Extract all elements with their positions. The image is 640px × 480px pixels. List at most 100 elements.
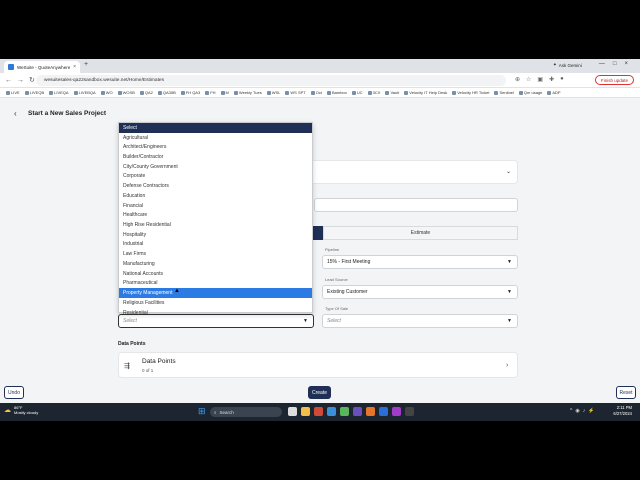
extension-icons: ⊕ ☆ ▣ ✚ ● — [515, 76, 564, 83]
star-icon[interactable]: ☆ — [526, 76, 531, 83]
dropdown-option[interactable]: Law Firms — [119, 249, 312, 259]
window-controls[interactable]: —□× — [599, 61, 636, 67]
dropdown-option[interactable]: Architect/Engineers — [119, 142, 312, 152]
tab-title: WeSuite - QuoteAnywhere — [17, 64, 71, 70]
address-bar-row: ←→↻ wesuitesales-qa22sandbox.wesuite.net… — [0, 73, 640, 88]
undo-button[interactable]: Undo — [4, 386, 24, 399]
lead-source-label: Lead Source — [325, 277, 348, 282]
bookmark-item[interactable]: FH QA3 — [181, 90, 200, 95]
dropdown-option[interactable]: Builder/Contractor — [119, 152, 312, 162]
data-points-section-title: Data Points — [118, 341, 146, 347]
back-arrow-icon[interactable]: ‹ — [14, 109, 17, 118]
system-tray-icons[interactable]: ^◉♪⚡ — [570, 408, 597, 414]
dropdown-option-placeholder[interactable]: Select — [119, 123, 312, 133]
teams-icon[interactable] — [353, 407, 362, 416]
lead-source-select[interactable]: Existing Customer ▼ — [322, 285, 518, 299]
bookmark-item[interactable]: Velocity IT Help Desk — [404, 90, 447, 95]
extensions-icon[interactable]: ▣ — [537, 76, 543, 83]
close-tab-icon[interactable]: × — [73, 64, 76, 70]
dropdown-option[interactable]: Education — [119, 191, 312, 201]
dropdown-option[interactable]: Hospitality — [119, 230, 312, 240]
market-select-placeholder: Select — [123, 318, 137, 324]
app-red-icon[interactable] — [314, 407, 323, 416]
bookmark-item[interactable]: QA2 — [140, 90, 153, 95]
dropdown-option[interactable]: High Rise Residential — [119, 220, 312, 230]
dropdown-option[interactable]: Corporate — [119, 172, 312, 182]
type-of-sale-select[interactable]: Select ▼ — [322, 314, 518, 328]
create-button[interactable]: Create — [308, 386, 331, 399]
clock[interactable]: 2:11 PM 6/27/2024 — [613, 405, 632, 417]
dropdown-option[interactable]: Manufacturing — [119, 259, 312, 269]
windows-start-icon[interactable]: ⊞ — [198, 407, 206, 416]
reset-button[interactable]: Reset — [616, 386, 636, 399]
bookmark-item[interactable]: Oct — [311, 90, 322, 95]
browser-tab[interactable]: WeSuite - QuoteAnywhere × — [4, 61, 80, 73]
bookmark-item[interactable]: M — [221, 90, 229, 95]
task-view-icon[interactable] — [288, 407, 297, 416]
bookmark-item[interactable]: WO — [101, 90, 113, 95]
bookmark-item[interactable]: FH — [205, 90, 215, 95]
dropdown-option[interactable]: Residential — [119, 308, 312, 318]
weather-widget[interactable]: ☁ 86°F Mostly cloudy — [4, 405, 38, 415]
chevron-down-icon[interactable]: ⌄ — [506, 168, 511, 175]
bookmark-item[interactable]: UC — [352, 90, 363, 95]
navigation-icons[interactable]: ←→↻ — [5, 76, 40, 84]
app-dark-icon[interactable] — [405, 407, 414, 416]
dropdown-option[interactable]: Religious Facilities — [119, 298, 312, 308]
bookmark-item[interactable]: WOSB — [118, 90, 135, 95]
page-title: Start a New Sales Project — [28, 110, 107, 117]
puzzle-icon[interactable]: ✚ — [549, 76, 554, 83]
dropdown-option[interactable]: Pharmaceutical — [119, 279, 312, 289]
bookmark-item[interactable]: Qm usage — [519, 90, 542, 95]
screen: WeSuite - QuoteAnywhere × + ✦ Ask Gemini… — [0, 59, 640, 421]
dropdown-option[interactable]: Healthcare — [119, 210, 312, 220]
text-field[interactable] — [314, 198, 518, 212]
data-points-title: Data Points — [142, 358, 176, 365]
app-purple-icon[interactable] — [392, 407, 401, 416]
new-tab-button[interactable]: + — [84, 61, 88, 68]
chevron-right-icon[interactable]: › — [506, 362, 508, 369]
bookmark-item[interactable]: LIVEBQA — [74, 90, 96, 95]
dropdown-option[interactable]: Agricultural — [119, 133, 312, 143]
date: 6/27/2024 — [613, 411, 632, 416]
bookmark-item[interactable]: ADP — [547, 90, 560, 95]
cloud-sun-icon: ☁ — [4, 407, 11, 414]
finish-update-button[interactable]: Finish update — [594, 75, 634, 85]
bookmarks-bar: LIVE LIVEQB LIVEQA LIVEBQA WO WOSB QA2 QA35B FH … — [0, 88, 640, 98]
firefox-icon[interactable] — [366, 407, 375, 416]
tab-estimate[interactable]: Estimate — [323, 226, 518, 240]
bookmark-item[interactable]: LIVEQB — [25, 90, 44, 95]
ask-gemini-button[interactable]: ✦ Ask Gemini — [553, 62, 582, 68]
bookmark-item[interactable]: Bamboo — [327, 90, 347, 95]
dropdown-option[interactable]: Industrial — [119, 240, 312, 250]
dropdown-option[interactable]: Property Management — [119, 288, 312, 298]
mouse-cursor-icon: ▲ — [174, 288, 180, 294]
pipeline-select[interactable]: 15% - First Meeting ▼ — [322, 255, 518, 269]
chrome-icon[interactable] — [340, 407, 349, 416]
dropdown-option[interactable]: Financial — [119, 201, 312, 211]
bookmark-item[interactable]: WSL — [267, 90, 281, 95]
bookmark-item[interactable]: WS SPT — [285, 90, 305, 95]
bookmark-item[interactable]: LIVEQA — [49, 90, 68, 95]
bookmark-item[interactable]: Sentinel — [494, 90, 513, 95]
dropdown-option[interactable]: National Accounts — [119, 269, 312, 279]
bookmark-item[interactable]: QA35B — [158, 90, 176, 95]
bookmark-item[interactable]: Vault — [385, 90, 399, 95]
bookmark-item[interactable]: 3CX — [368, 90, 381, 95]
bookmark-item[interactable]: LIVE — [6, 90, 20, 95]
data-points-card[interactable] — [118, 352, 518, 378]
profile-icon[interactable]: ● — [560, 76, 564, 83]
bookmark-item[interactable]: Weekly Tues — [234, 90, 262, 95]
file-explorer-icon[interactable] — [301, 407, 310, 416]
taskbar-apps — [288, 407, 414, 416]
outlook-icon[interactable] — [327, 407, 336, 416]
dropdown-option[interactable]: Defense Contractors — [119, 181, 312, 191]
caret-down-icon: ▼ — [507, 318, 512, 324]
bookmark-item[interactable]: Velocity HR Ticket — [452, 90, 489, 95]
url-field[interactable]: wesuitesales-qa22sandbox.wesuite.net/Hom… — [36, 75, 506, 86]
edge-icon[interactable] — [379, 407, 388, 416]
zoom-icon[interactable]: ⊕ — [515, 76, 520, 83]
taskbar-search[interactable]: ⌕ Search — [210, 407, 282, 417]
market-dropdown-list[interactable]: Select Agricultural Architect/Engineers Bui… — [118, 122, 313, 316]
dropdown-option[interactable]: City/County Government — [119, 162, 312, 172]
